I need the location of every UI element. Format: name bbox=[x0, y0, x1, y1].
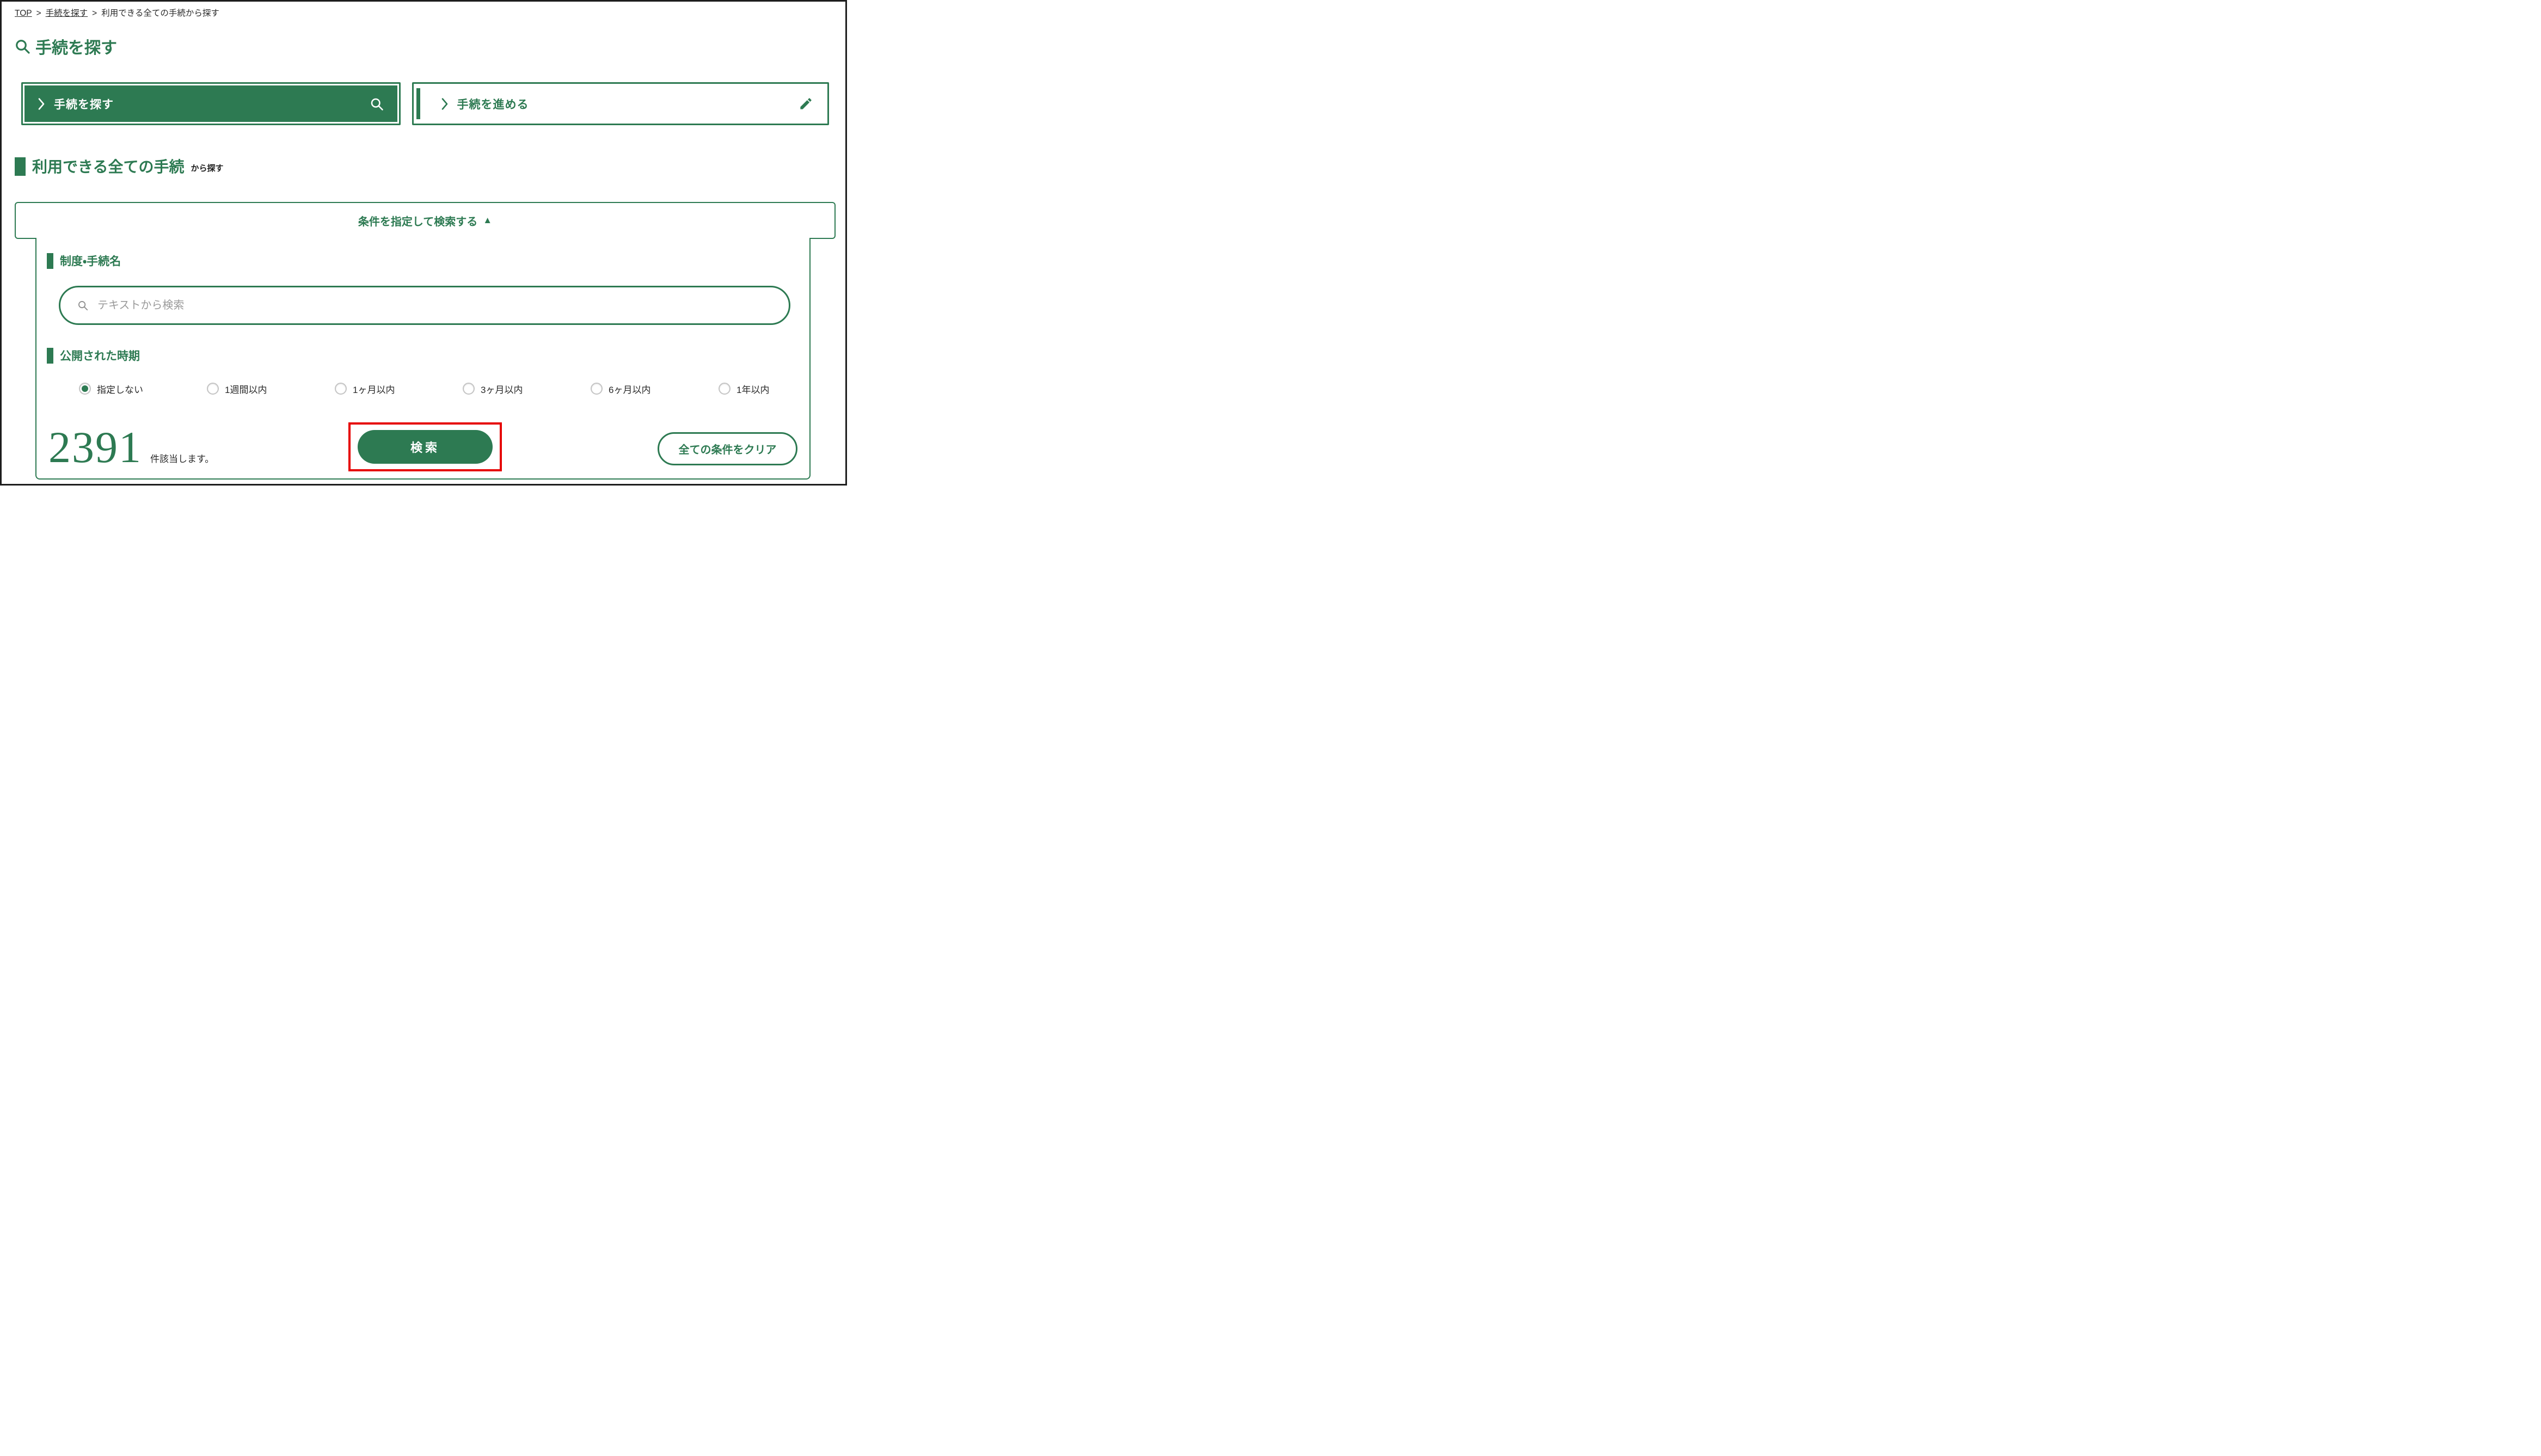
radio-option-1-week[interactable]: 1週間以内 bbox=[207, 382, 335, 396]
radio-icon bbox=[335, 383, 347, 395]
radio-icon bbox=[719, 383, 731, 395]
period-field-label-text: 公開された時期 bbox=[60, 347, 140, 364]
page-title-text: 手続を探す bbox=[35, 34, 117, 58]
breadcrumb-link-find-procedure[interactable]: 手続を探す bbox=[46, 9, 88, 18]
tab-find-procedure[interactable]: 手続を探す bbox=[21, 82, 401, 125]
tab-label: 手続を進める bbox=[457, 96, 529, 112]
name-field-label: 制度・手続名 bbox=[47, 253, 121, 269]
radio-option-no-limit[interactable]: 指定しない bbox=[79, 382, 207, 396]
filter-panel: 制度・手続名 公開された時期 指定しない 1週間以内 1ヶ月以内 bbox=[35, 238, 811, 480]
breadcrumb-separator: > bbox=[92, 9, 97, 18]
chevron-right-icon bbox=[38, 97, 45, 110]
period-field-label: 公開された時期 bbox=[47, 347, 140, 364]
section-suffix: から探す bbox=[191, 162, 223, 176]
tab-proceed-procedure[interactable]: 手続を進める bbox=[412, 82, 830, 125]
search-icon bbox=[77, 299, 89, 311]
pencil-icon bbox=[799, 96, 813, 111]
tab-label: 手続を探す bbox=[54, 96, 114, 112]
section-title: 利用できる全ての手続 bbox=[32, 158, 184, 176]
text-search-field[interactable] bbox=[59, 286, 790, 325]
result-count-number: 2391 bbox=[48, 425, 142, 470]
radio-option-1-year[interactable]: 1年以内 bbox=[719, 382, 846, 396]
radio-label: 1週間以内 bbox=[225, 382, 267, 396]
tab-accent-bar bbox=[416, 88, 420, 119]
breadcrumb: TOP > 手続を探す > 利用できる全ての手続から探す bbox=[15, 7, 219, 19]
radio-option-6-months[interactable]: 6ヶ月以内 bbox=[591, 382, 719, 396]
search-button[interactable]: 検索 bbox=[358, 430, 493, 464]
breadcrumb-link-top[interactable]: TOP bbox=[15, 9, 32, 18]
radio-icon bbox=[463, 383, 475, 395]
breadcrumb-current: 利用できる全ての手続から探す bbox=[101, 9, 219, 18]
radio-label: 6ヶ月以内 bbox=[609, 382, 650, 396]
search-icon bbox=[369, 96, 384, 112]
radio-icon bbox=[79, 383, 91, 395]
clear-conditions-button[interactable]: 全ての条件をクリア bbox=[658, 432, 797, 465]
search-icon bbox=[14, 38, 31, 55]
field-marker bbox=[47, 348, 53, 364]
section-marker bbox=[15, 157, 26, 176]
result-count-suffix: 件該当します。 bbox=[150, 451, 214, 465]
radio-icon bbox=[207, 383, 219, 395]
page: TOP > 手続を探す > 利用できる全ての手続から探す 手続を探す 手続を探す bbox=[0, 0, 847, 486]
radio-label: 指定しない bbox=[97, 382, 143, 396]
radio-label: 3ヶ月以内 bbox=[481, 382, 523, 396]
radio-label: 1ヶ月以内 bbox=[353, 382, 395, 396]
search-button-highlight: 検索 bbox=[348, 422, 502, 471]
collapse-arrow-icon: ▲ bbox=[483, 215, 492, 226]
filter-toggle-button[interactable]: 条件を指定して検索する ▲ bbox=[15, 202, 836, 239]
period-radio-group: 指定しない 1週間以内 1ヶ月以内 3ヶ月以内 6ヶ月以内 1年以内 bbox=[79, 376, 802, 401]
tab-bar: 手続を探す 手続を進める bbox=[21, 82, 829, 125]
radio-option-3-months[interactable]: 3ヶ月以内 bbox=[463, 382, 591, 396]
section-heading: 利用できる全ての手続 から探す bbox=[15, 157, 223, 176]
breadcrumb-separator: > bbox=[36, 9, 41, 18]
page-title: 手続を探す bbox=[14, 34, 117, 58]
field-marker bbox=[47, 253, 53, 269]
radio-label: 1年以内 bbox=[736, 382, 769, 396]
chevron-right-icon bbox=[441, 97, 449, 110]
result-count: 2391 件該当します。 bbox=[48, 425, 214, 470]
filter-toggle-label: 条件を指定して検索する bbox=[358, 213, 477, 229]
radio-icon bbox=[591, 383, 603, 395]
radio-option-1-month[interactable]: 1ヶ月以内 bbox=[335, 382, 463, 396]
search-input[interactable] bbox=[96, 299, 777, 312]
name-field-label-text: 制度・手続名 bbox=[60, 253, 121, 269]
